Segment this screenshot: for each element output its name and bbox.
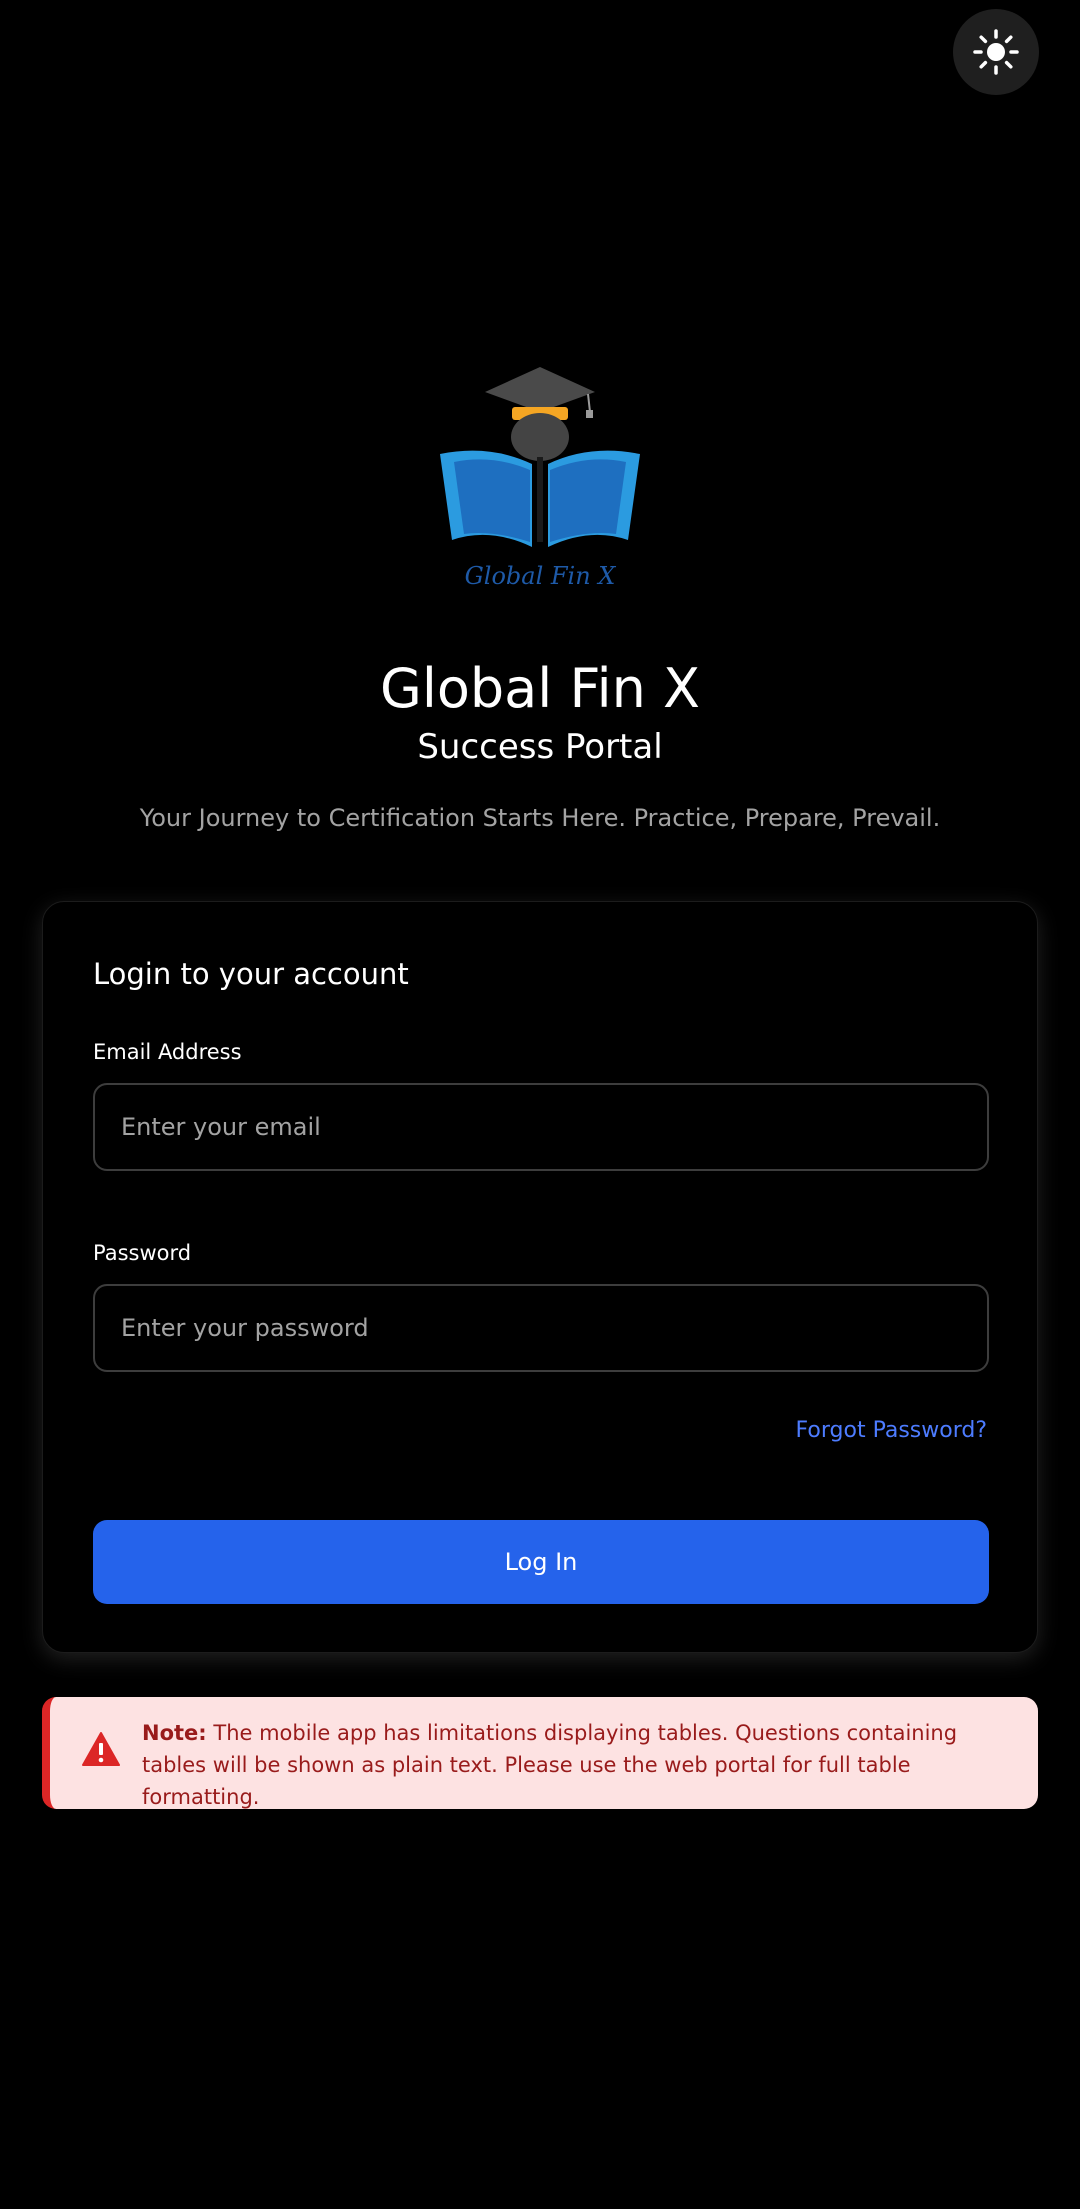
- email-label: Email Address: [93, 1040, 242, 1064]
- note-label: Note:: [142, 1721, 207, 1745]
- theme-toggle-button[interactable]: [953, 9, 1039, 95]
- graduation-book-logo-icon: Global Fin X: [440, 367, 640, 590]
- note-message: The mobile app has limitations displayin…: [142, 1721, 958, 1809]
- login-heading: Login to your account: [93, 957, 409, 991]
- sun-icon: [973, 29, 1019, 75]
- logo-text: Global Fin X: [465, 562, 617, 590]
- app-subtitle: Success Portal: [417, 727, 663, 767]
- login-button[interactable]: Log In: [93, 1520, 989, 1604]
- email-field[interactable]: [93, 1083, 989, 1171]
- password-field[interactable]: [93, 1284, 989, 1372]
- note-text: Note: The mobile app has limitations dis…: [142, 1717, 1012, 1813]
- note-banner: Note: The mobile app has limitations dis…: [42, 1697, 1038, 1809]
- warning-icon: [82, 1732, 120, 1766]
- login-card: Login to your account Email Address Pass…: [42, 901, 1038, 1653]
- tagline: Your Journey to Certification Starts Her…: [139, 804, 941, 832]
- password-label: Password: [93, 1241, 192, 1265]
- forgot-password-link[interactable]: Forgot Password?: [796, 1416, 987, 1446]
- app-title: Global Fin X: [380, 657, 700, 720]
- login-screen: Global Fin X Global Fin X Success Portal…: [0, 0, 1080, 2209]
